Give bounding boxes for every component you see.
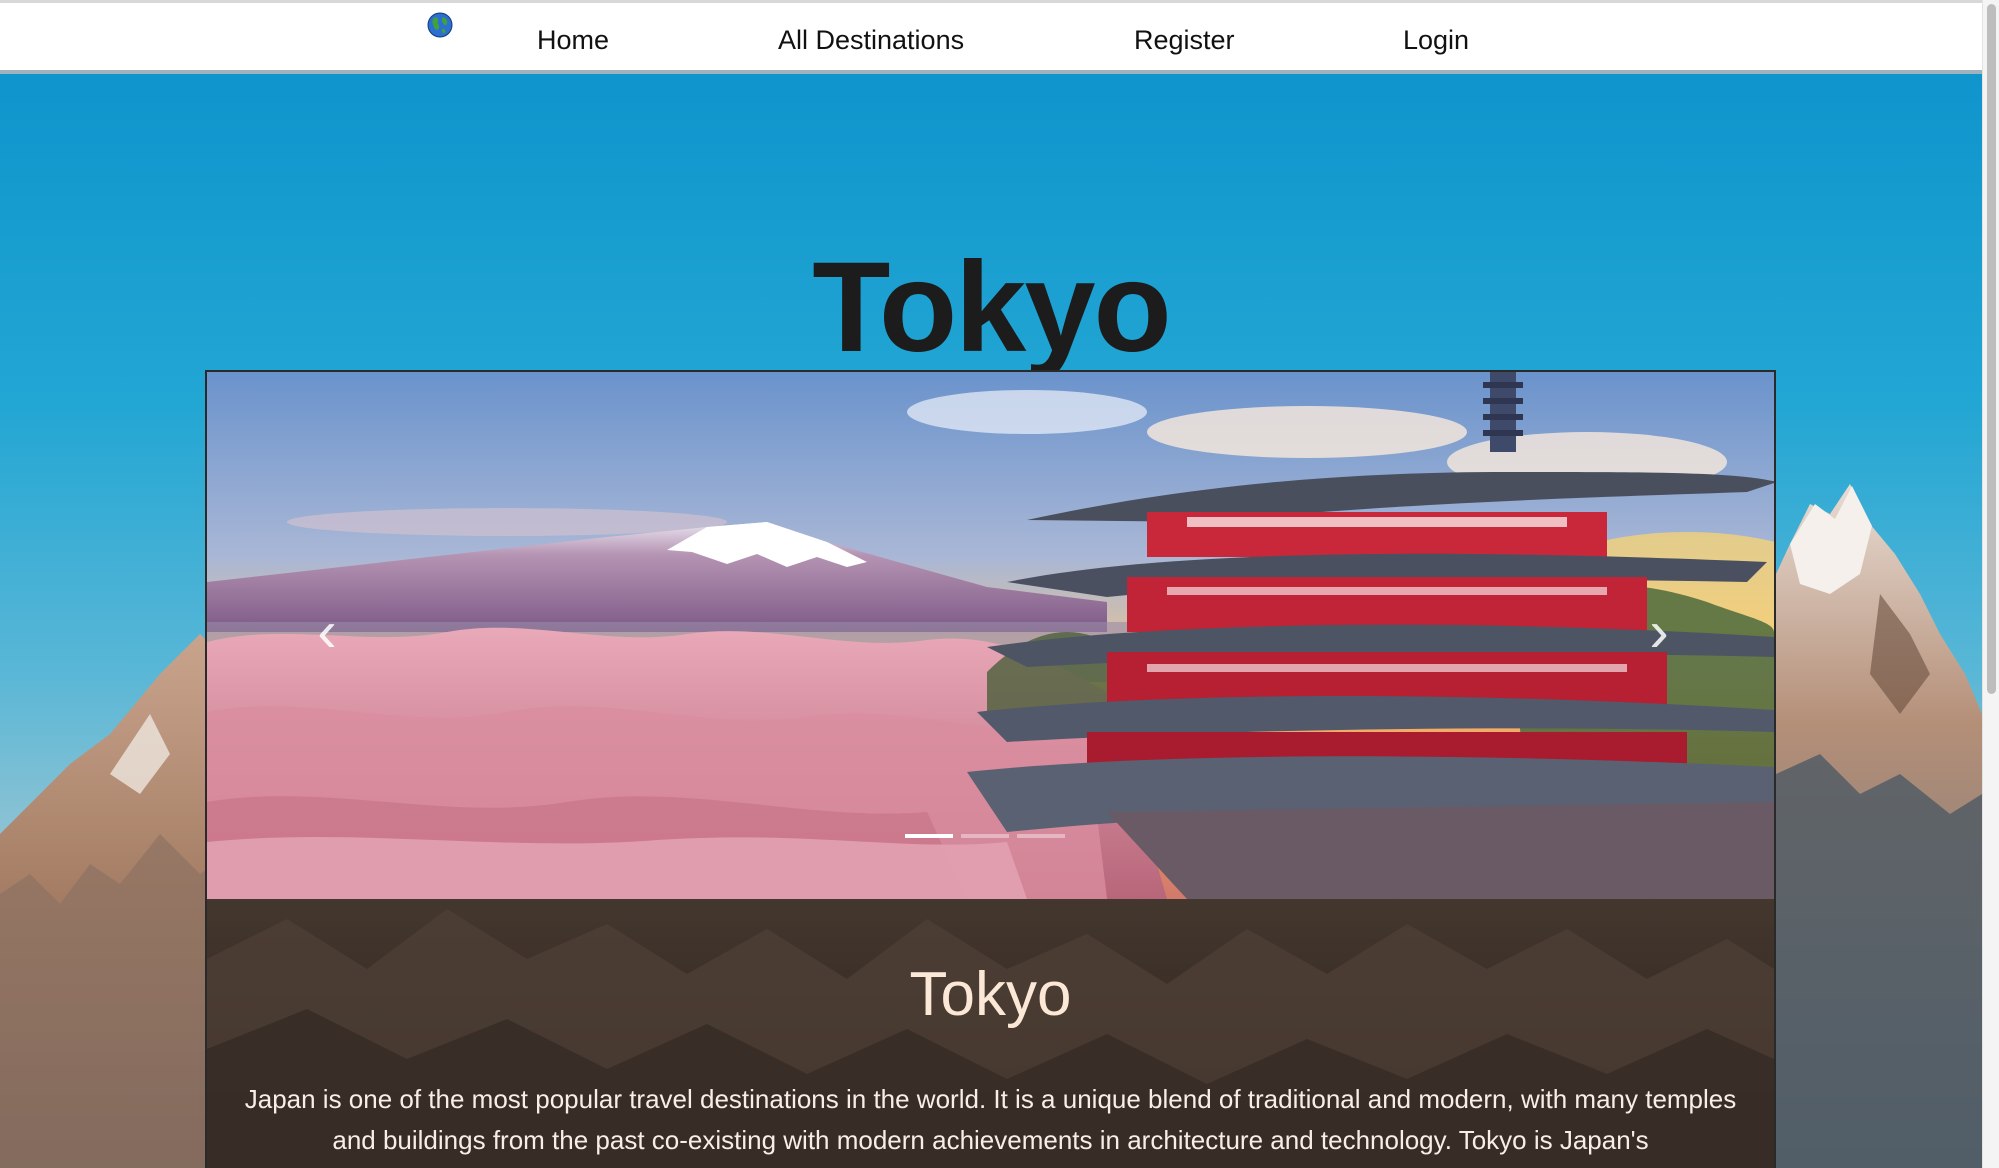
page-scrollbar[interactable] <box>1982 0 1999 1168</box>
nav-all-destinations-link[interactable]: All Destinations <box>778 25 964 56</box>
carousel-indicators <box>905 834 1065 840</box>
globe-icon[interactable] <box>427 12 453 38</box>
carousel-prev-chevron-left-icon[interactable]: ‹ <box>307 602 347 662</box>
nav-login-link[interactable]: Login <box>1403 25 1469 56</box>
nav-register-link[interactable]: Register <box>1134 25 1235 56</box>
carousel-indicator[interactable] <box>1017 834 1065 838</box>
scrollbar-thumb[interactable] <box>1987 4 1996 694</box>
page-title: Tokyo <box>812 236 1171 379</box>
pagoda-fuji-image <box>207 372 1774 899</box>
carousel-next-chevron-right-icon[interactable]: › <box>1639 602 1679 662</box>
carousel-indicator[interactable] <box>905 834 953 838</box>
destination-description: Japan is one of the most popular travel … <box>244 1084 1737 1155</box>
destination-title: Tokyo <box>909 960 1072 1029</box>
destination-card-body: Tokyo Japan is one of the most popular t… <box>207 899 1774 1168</box>
carousel-indicator[interactable] <box>961 834 1009 838</box>
image-carousel[interactable]: ‹ › <box>207 372 1774 899</box>
destination-card: ‹ › Tokyo Japan is one of the most popul… <box>205 370 1776 1168</box>
nav-home-link[interactable]: Home <box>537 25 609 56</box>
top-navbar: Home All Destinations Register Login <box>0 0 1982 74</box>
